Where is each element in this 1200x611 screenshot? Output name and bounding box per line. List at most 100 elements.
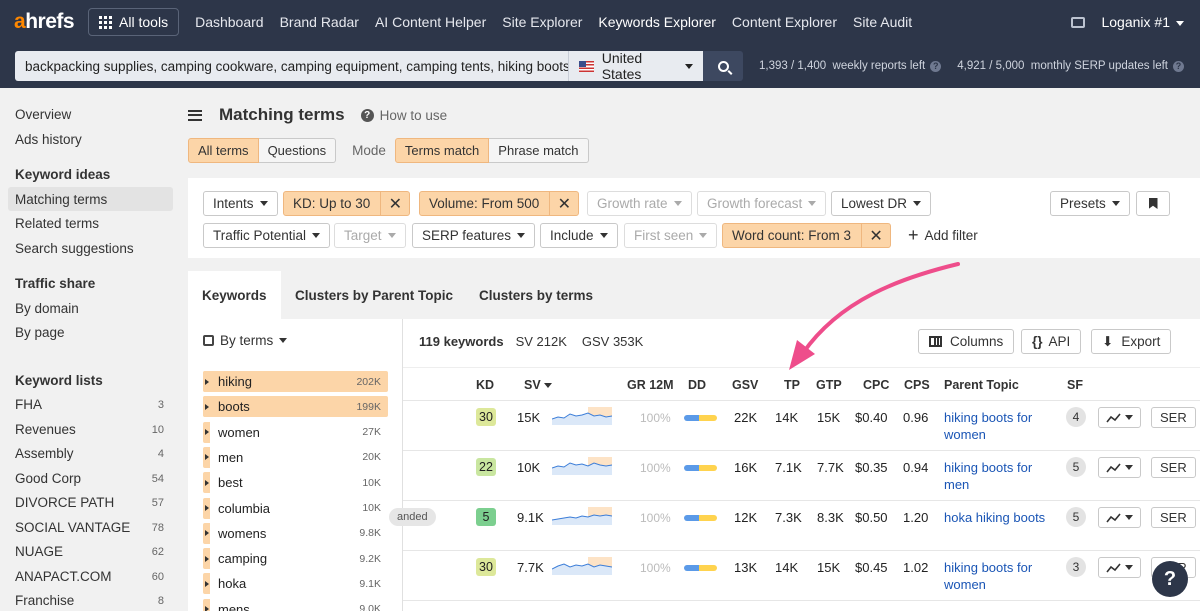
sidebar-item-search-suggestions[interactable]: Search suggestions <box>15 241 134 256</box>
help-icon[interactable]: ? <box>1173 60 1185 72</box>
close-icon[interactable]: ✕ <box>861 224 890 247</box>
filter-target[interactable]: Target <box>334 223 406 248</box>
keyword-list-item[interactable]: Franchise <box>15 593 74 608</box>
filter-volume[interactable]: Volume: From 500 ✕ <box>419 191 580 216</box>
tab-questions[interactable]: Questions <box>258 138 337 163</box>
table-row[interactable]: 30 7.7K 100% 13K 14K 15K $0.45 1.02 hiking boots… <box>403 551 1200 601</box>
nav-ai-content-helper[interactable]: AI Content Helper <box>375 14 486 30</box>
filter-first-seen[interactable]: First seen <box>624 223 718 248</box>
keywords-search-input[interactable]: backpacking supplies, camping cookware, … <box>15 51 568 81</box>
col-cps[interactable]: CPS <box>904 378 930 392</box>
sidebar-item-by-domain[interactable]: By domain <box>15 301 79 316</box>
serp-features-count[interactable]: 3 <box>1066 557 1086 577</box>
filter-growth-forecast[interactable]: Growth forecast <box>697 191 827 216</box>
sidebar-item-by-page[interactable]: By page <box>15 325 65 340</box>
parent-topic-link[interactable]: hiking boots for men <box>944 459 1054 493</box>
filter-serp-features[interactable]: SERP features <box>412 223 536 248</box>
term-item[interactable]: columbia 10K <box>203 497 388 519</box>
tab-keywords[interactable]: Keywords <box>188 271 281 319</box>
serp-button[interactable]: SER <box>1151 407 1196 428</box>
filter-lowest-dr[interactable]: Lowest DR <box>831 191 932 216</box>
help-button[interactable]: ? <box>1152 561 1188 597</box>
mode-phrase-match[interactable]: Phrase match <box>489 138 589 163</box>
col-parent-topic[interactable]: Parent Topic <box>944 378 1019 392</box>
trend-button[interactable] <box>1098 407 1141 428</box>
help-icon[interactable]: ? <box>930 60 942 72</box>
table-row[interactable]: anded 5 9.1K 100% 12K 7.3K 8.3K $0.50 1.20 hoka h… <box>389 501 1200 551</box>
nav-keywords-explorer[interactable]: Keywords Explorer <box>598 14 716 30</box>
close-icon[interactable]: ✕ <box>380 192 409 215</box>
term-item[interactable]: mens 9.0K <box>203 598 388 611</box>
parent-topic-link[interactable]: hoka hiking boots <box>944 509 1054 526</box>
account-menu[interactable]: Loganix #1 <box>1101 14 1184 30</box>
close-icon[interactable]: ✕ <box>549 192 578 215</box>
term-item[interactable]: camping 9.2K <box>203 548 388 570</box>
col-tp[interactable]: TP <box>784 378 800 392</box>
col-gr12m[interactable]: GR 12M <box>627 378 674 392</box>
menu-icon[interactable] <box>188 109 202 121</box>
term-item[interactable]: hoka 9.1K <box>203 573 388 595</box>
presets-button[interactable]: Presets <box>1050 191 1130 216</box>
search-button[interactable] <box>703 51 743 81</box>
filter-include[interactable]: Include <box>540 223 618 248</box>
trend-button[interactable] <box>1098 557 1141 578</box>
keyword-list-item[interactable]: ANAPACT.COM <box>15 569 112 584</box>
trend-button[interactable] <box>1098 457 1141 478</box>
term-item[interactable]: men 20K <box>203 446 388 468</box>
mode-terms-match[interactable]: Terms match <box>394 138 490 163</box>
keyword-list-item[interactable]: Assembly <box>15 446 74 461</box>
keyword-list-item[interactable]: NUAGE <box>15 544 63 559</box>
tab-clusters-by-parent-topic[interactable]: Clusters by Parent Topic <box>281 271 467 319</box>
serp-button[interactable]: SER <box>1151 457 1196 478</box>
serp-features-count[interactable]: 5 <box>1066 457 1086 477</box>
col-kd[interactable]: KD <box>476 378 494 392</box>
nav-site-audit[interactable]: Site Audit <box>853 14 912 30</box>
country-select[interactable]: United States <box>568 50 703 82</box>
table-row[interactable]: 22 10K 100% 16K 7.1K 7.7K $0.35 0.94 hiking boot… <box>403 451 1200 501</box>
keyword-list-item[interactable]: FHA <box>15 397 42 412</box>
col-sv[interactable]: SV <box>524 378 552 392</box>
col-cpc[interactable]: CPC <box>863 378 889 392</box>
serp-button[interactable]: SER <box>1151 507 1196 528</box>
keyword-list-item[interactable]: DIVORCE PATH <box>15 495 114 510</box>
term-item[interactable]: hiking 202K <box>203 371 388 392</box>
tab-clusters-by-terms[interactable]: Clusters by terms <box>465 271 607 319</box>
filter-growth-rate[interactable]: Growth rate <box>587 191 692 216</box>
monitor-icon[interactable] <box>1071 16 1086 28</box>
serp-features-count[interactable]: 5 <box>1066 507 1086 527</box>
col-sf[interactable]: SF <box>1067 378 1083 392</box>
keyword-list-item[interactable]: Revenues <box>15 422 76 437</box>
keyword-list-item[interactable]: Good Corp <box>15 471 81 486</box>
filter-word-count[interactable]: Word count: From 3 ✕ <box>722 223 892 248</box>
how-to-use-link[interactable]: ? How to use <box>360 108 447 123</box>
by-terms-dropdown[interactable]: By terms <box>203 333 288 348</box>
col-gtp[interactable]: GTP <box>816 378 842 392</box>
term-item[interactable]: boots 199K <box>203 396 388 418</box>
columns-button[interactable]: Columns <box>918 329 1015 354</box>
sidebar-item-ads-history[interactable]: Ads history <box>15 132 82 147</box>
filter-kd[interactable]: KD: Up to 30 ✕ <box>283 191 411 216</box>
nav-dashboard[interactable]: Dashboard <box>195 14 264 30</box>
trend-button[interactable] <box>1098 507 1141 528</box>
ahrefs-logo[interactable]: ahrefs <box>14 10 75 34</box>
filter-intents[interactable]: Intents <box>203 191 278 216</box>
bookmark-button[interactable] <box>1136 191 1170 216</box>
parent-topic-link[interactable]: hiking boots for women <box>944 559 1054 593</box>
sidebar-item-overview[interactable]: Overview <box>15 107 71 122</box>
all-tools-button[interactable]: All tools <box>88 8 180 36</box>
filter-traffic-potential[interactable]: Traffic Potential <box>203 223 331 248</box>
term-item[interactable]: womens 9.8K <box>203 522 388 544</box>
col-dd[interactable]: DD <box>688 378 706 392</box>
add-filter-button[interactable]: + Add filter <box>908 225 978 246</box>
serp-features-count[interactable]: 4 <box>1066 407 1086 427</box>
table-row[interactable]: 30 15K 100% 22K 14K 15K $0.40 0.96 hiking boots … <box>403 401 1200 451</box>
sidebar-item-matching-terms[interactable]: Matching terms <box>15 192 107 207</box>
export-button[interactable]: ⬇ Export <box>1091 329 1172 354</box>
nav-brand-radar[interactable]: Brand Radar <box>280 14 359 30</box>
parent-topic-link[interactable]: hiking boots for women <box>944 409 1054 443</box>
nav-content-explorer[interactable]: Content Explorer <box>732 14 837 30</box>
tab-all-terms[interactable]: All terms <box>188 138 259 163</box>
term-item[interactable]: women 27K <box>203 421 388 443</box>
col-gsv[interactable]: GSV <box>732 378 758 392</box>
nav-site-explorer[interactable]: Site Explorer <box>502 14 582 30</box>
